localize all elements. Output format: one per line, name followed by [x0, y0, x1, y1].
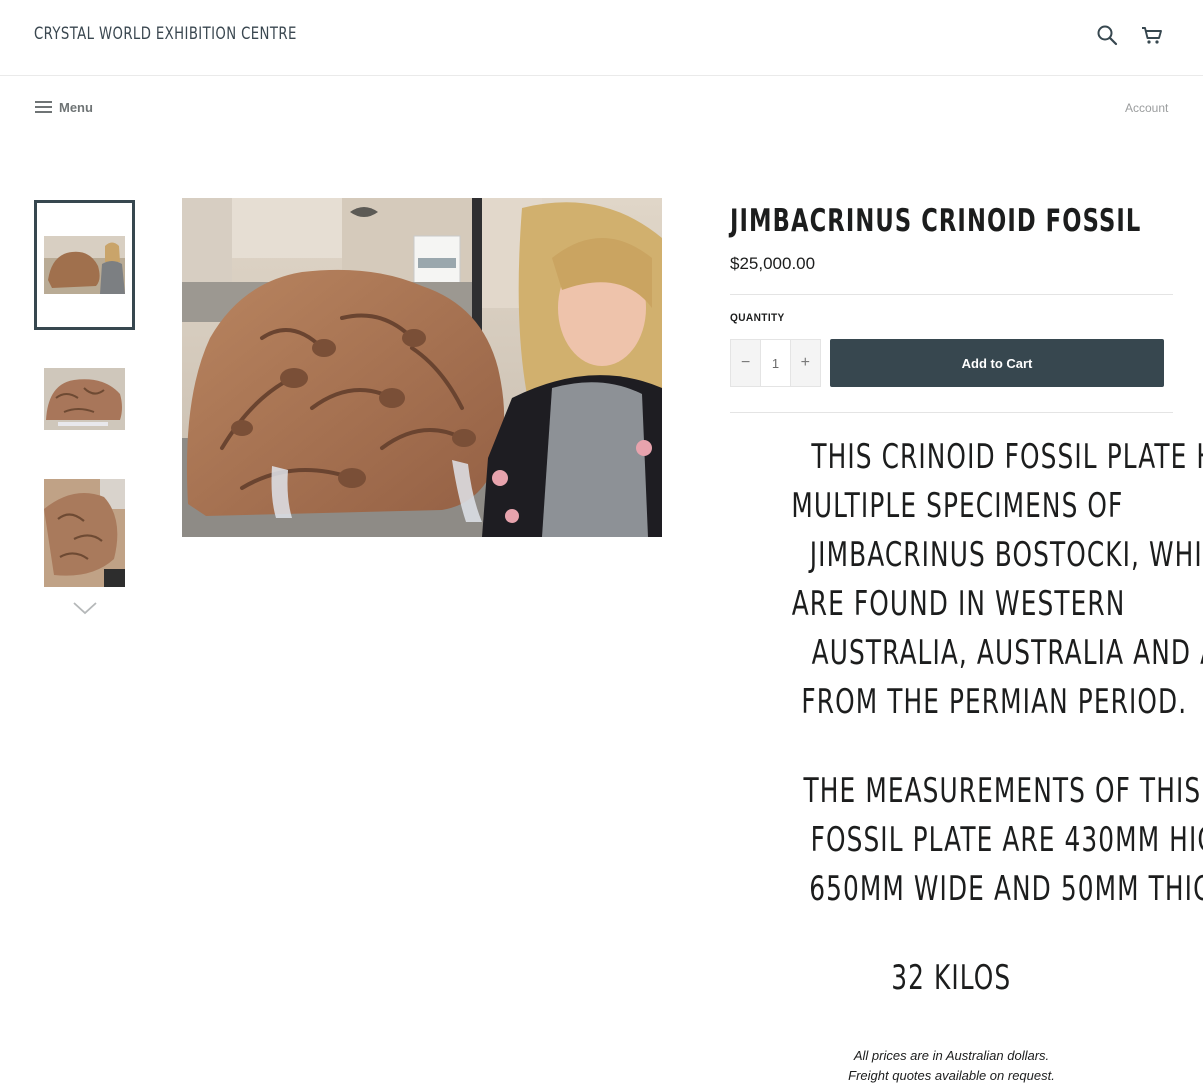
quantity-stepper: − 1 +	[730, 339, 821, 387]
thumbnail-3[interactable]	[34, 477, 135, 589]
hamburger-icon	[35, 100, 52, 114]
increment-button[interactable]: +	[790, 340, 820, 386]
account-link[interactable]: Account	[1125, 101, 1168, 115]
thumbnail-1-image	[44, 236, 125, 294]
description-line: 32 KILOS	[891, 958, 1012, 998]
add-to-cart-button[interactable]: Add to Cart	[830, 339, 1164, 387]
description-line: MULTIPLE SPECIMENS OF	[791, 486, 1124, 526]
divider	[730, 294, 1173, 295]
description-line: 650MM WIDE AND 50MM THICK.	[809, 869, 1203, 909]
description-line: FROM THE PERMIAN PERIOD.	[801, 682, 1188, 722]
product-description-paragraph-1: THIS CRINOID FOSSIL PLATE HAS MULTIPLE S…	[730, 433, 1203, 727]
thumbnail-2[interactable]	[34, 360, 135, 438]
menu-button[interactable]: Menu	[35, 97, 93, 117]
decrement-button[interactable]: −	[731, 340, 761, 386]
product-weight: 32 KILOS	[730, 954, 1173, 1003]
description-line: FOSSIL PLATE ARE 430MM HIGH,	[810, 820, 1203, 860]
thumbnail-2-image	[44, 368, 125, 430]
freight-note: Freight quotes available on request.	[848, 1068, 1055, 1083]
description-line: ARE FOUND IN WESTERN	[791, 584, 1126, 624]
divider	[730, 412, 1173, 413]
menu-label: Menu	[59, 99, 93, 115]
description-line: THE MEASUREMENTS OF THIS	[803, 771, 1202, 811]
chevron-down-icon[interactable]	[72, 600, 98, 616]
description-line: JIMBACRINUS BOSTOCKI, WHICH	[809, 535, 1203, 575]
cart-icon[interactable]	[1140, 23, 1164, 47]
thumbnail-1[interactable]	[34, 200, 135, 330]
product-title: JIMBACRINUS CRINOID FOSSIL	[730, 203, 1142, 239]
site-header: CRYSTAL WORLD EXHIBITION CENTRE	[0, 0, 1203, 76]
thumbnail-3-image	[44, 479, 125, 587]
quantity-label: QUANTITY	[730, 312, 785, 324]
currency-note: All prices are in Australian dollars.	[853, 1048, 1050, 1063]
store-logo[interactable]: CRYSTAL WORLD EXHIBITION CENTRE	[34, 24, 297, 44]
description-line: THIS CRINOID FOSSIL PLATE HAS	[811, 437, 1203, 477]
product-price: $25,000.00	[730, 254, 816, 273]
product-description-paragraph-2: THE MEASUREMENTS OF THIS FOSSIL PLATE AR…	[730, 767, 1203, 914]
description-line: AUSTRALIA, AUSTRALIA AND ARE	[811, 633, 1203, 673]
quantity-input[interactable]: 1	[760, 340, 791, 386]
main-product-image[interactable]	[182, 198, 662, 537]
search-icon[interactable]	[1095, 23, 1119, 47]
